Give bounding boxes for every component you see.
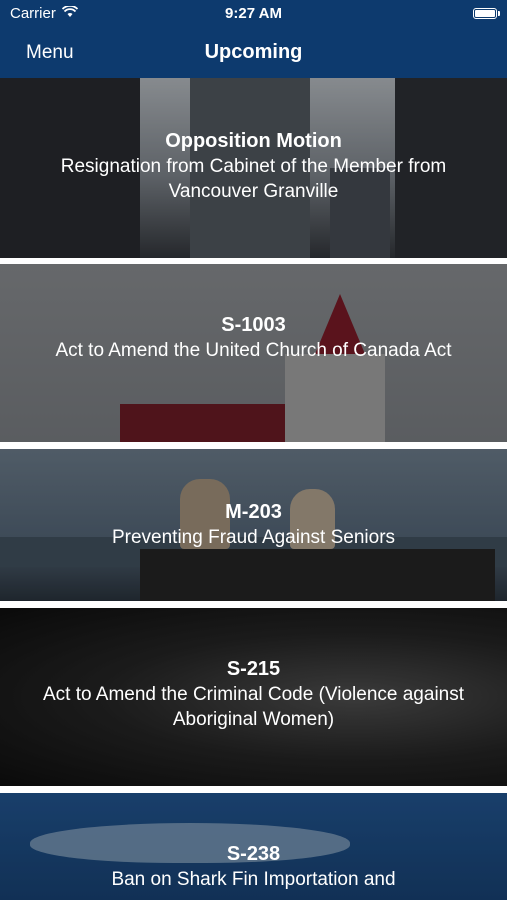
item-title: S-238 bbox=[226, 843, 281, 865]
card-text: Opposition Motion Resignation from Cabin… bbox=[30, 128, 477, 204]
nav-bar: Menu Upcoming bbox=[0, 28, 507, 78]
card-text: S-1003 Act to Amend the United Church of… bbox=[30, 312, 477, 363]
list-item-s-215[interactable]: S-215 Act to Amend the Criminal Code (Vi… bbox=[0, 608, 507, 786]
battery-fill bbox=[475, 10, 495, 17]
battery-icon bbox=[473, 8, 500, 19]
card-text: S-238 Ban on Shark Fin Importation and bbox=[30, 841, 477, 892]
list-item-m-203[interactable]: M-203 Preventing Fraud Against Seniors bbox=[0, 449, 507, 601]
item-subtitle: Act to Amend the United Church of Canada… bbox=[55, 340, 452, 361]
card-text: S-215 Act to Amend the Criminal Code (Vi… bbox=[30, 656, 477, 732]
page-title: Upcoming bbox=[204, 41, 303, 63]
card-text: M-203 Preventing Fraud Against Seniors bbox=[30, 499, 477, 550]
item-subtitle: Preventing Fraud Against Seniors bbox=[111, 527, 396, 548]
status-bar: Carrier 9:27 AM bbox=[0, 0, 507, 28]
item-title: M-203 bbox=[225, 501, 282, 523]
item-title: Opposition Motion bbox=[165, 130, 342, 152]
status-time: 9:27 AM bbox=[225, 5, 282, 22]
item-title: S-215 bbox=[226, 658, 281, 680]
item-subtitle: Act to Amend the Criminal Code (Violence… bbox=[42, 684, 465, 730]
list-item-s-1003[interactable]: S-1003 Act to Amend the United Church of… bbox=[0, 264, 507, 442]
list-item-s-238[interactable]: S-238 Ban on Shark Fin Importation and bbox=[0, 793, 507, 900]
item-subtitle: Resignation from Cabinet of the Member f… bbox=[60, 156, 447, 202]
list-item-opposition-motion[interactable]: Opposition Motion Resignation from Cabin… bbox=[0, 78, 507, 258]
item-subtitle: Ban on Shark Fin Importation and bbox=[111, 869, 396, 890]
item-title: S-1003 bbox=[221, 314, 286, 336]
